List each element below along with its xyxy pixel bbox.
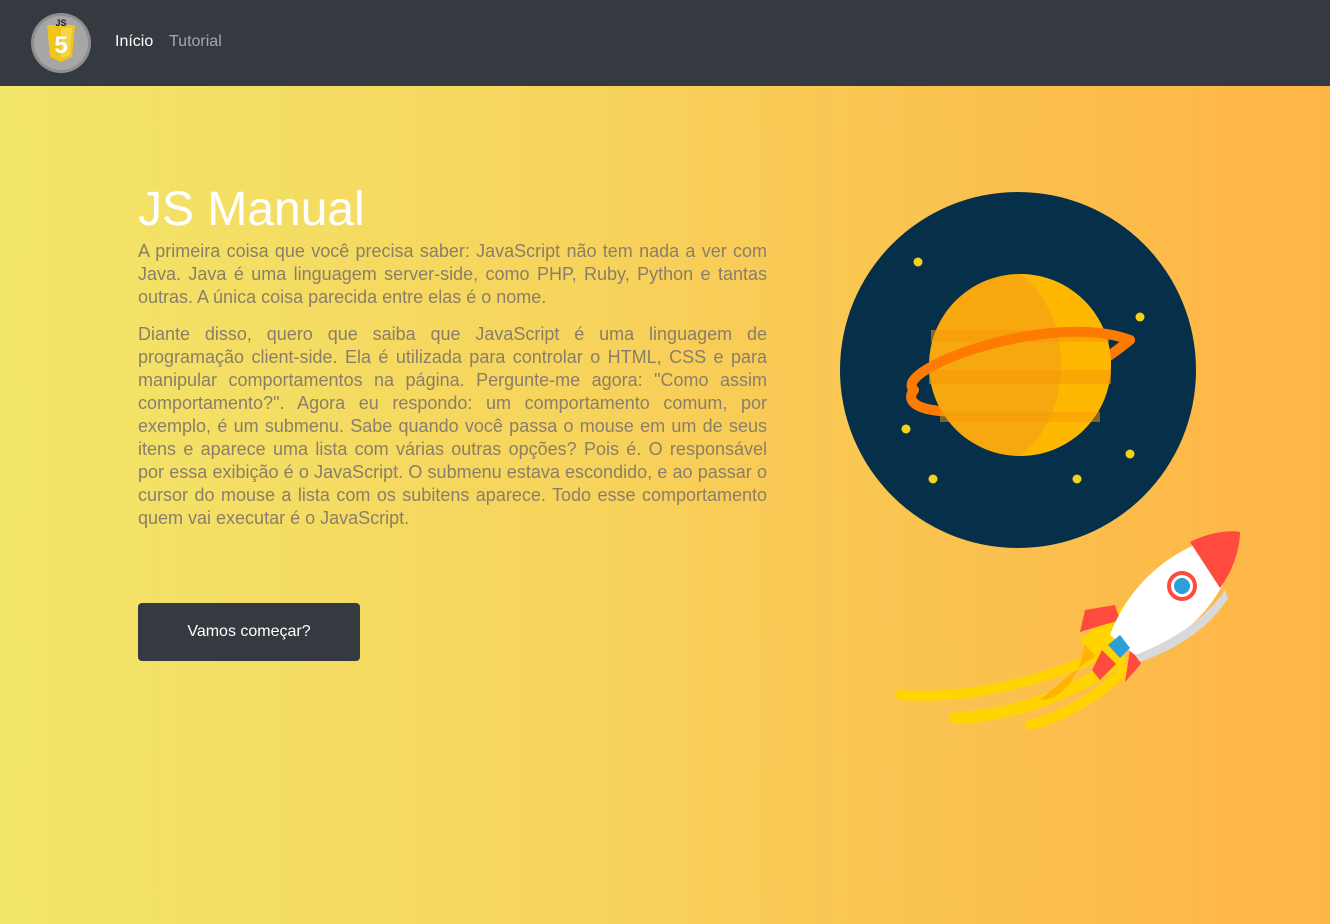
nav-link-inicio[interactable]: Início — [115, 32, 153, 52]
logo-text: JS — [55, 18, 66, 28]
description-paragraph: Diante disso, quero que saiba que JavaSc… — [138, 324, 767, 528]
intro-paragraph: A primeira coisa que você precisa saber:… — [138, 241, 767, 307]
planet-rocket-illustration — [840, 192, 1240, 730]
top-navbar: JS 5 Início Tutorial — [0, 0, 1330, 86]
start-button[interactable]: Vamos começar? — [138, 603, 360, 661]
nav-link-tutorial[interactable]: Tutorial — [169, 32, 222, 52]
hero-section: JS Manual A primeira coisa que você prec… — [138, 180, 767, 544]
js-logo-icon[interactable]: JS 5 — [31, 13, 91, 73]
rocket-icon — [895, 531, 1240, 730]
page-title: JS Manual — [138, 183, 365, 236]
logo-number: 5 — [54, 32, 67, 59]
